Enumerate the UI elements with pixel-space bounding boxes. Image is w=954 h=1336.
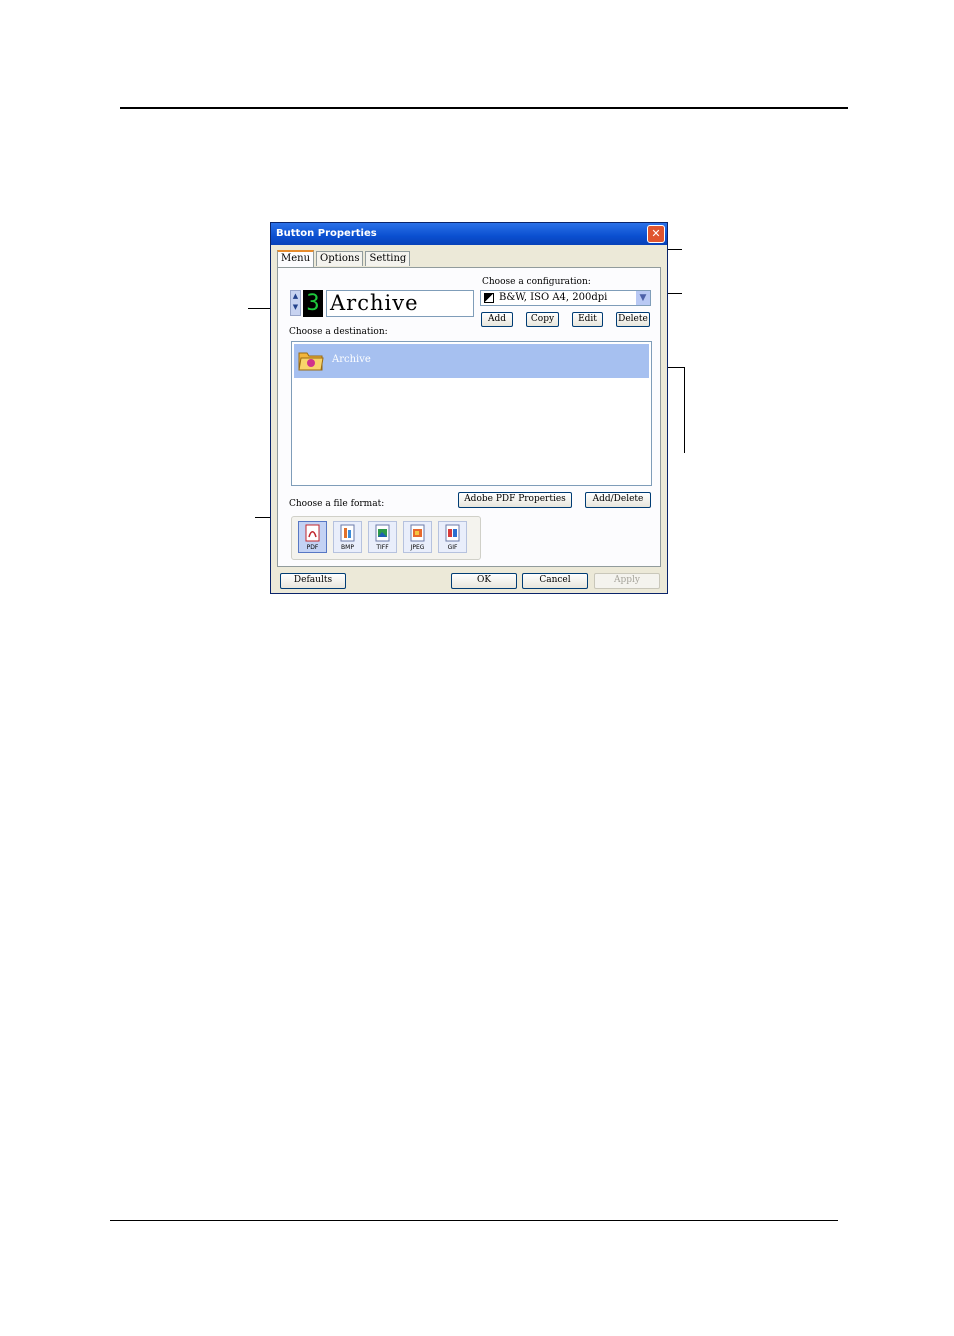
file-format-group: PDF BMP TIFF JPEG GIF xyxy=(291,516,481,560)
configuration-select[interactable]: B&W, ISO A4, 200dpi ▼ xyxy=(480,290,651,306)
header-rule xyxy=(120,107,848,109)
footer-rule xyxy=(110,1220,838,1221)
format-bmp-button[interactable]: BMP xyxy=(333,521,362,553)
format-label: BMP xyxy=(341,544,354,551)
pdf-icon xyxy=(305,524,320,542)
dialog-title: Button Properties xyxy=(276,228,377,239)
ok-button[interactable]: OK xyxy=(451,573,517,589)
copy-config-button[interactable]: Copy xyxy=(526,312,559,327)
format-pdf-button[interactable]: PDF xyxy=(298,521,327,553)
format-tiff-button[interactable]: TIFF xyxy=(368,521,397,553)
button-number-display: 3 xyxy=(303,290,323,317)
spin-up-icon[interactable]: ▲ xyxy=(291,291,300,302)
apply-button[interactable]: Apply xyxy=(594,573,660,589)
format-gif-button[interactable]: GIF xyxy=(438,521,467,553)
button-properties-dialog: Button Properties ✕ Menu Options Setting… xyxy=(270,222,668,594)
bw-mode-icon xyxy=(484,293,494,303)
format-label: TIFF xyxy=(376,544,389,551)
configuration-value: B&W, ISO A4, 200dpi xyxy=(499,292,608,303)
cancel-button[interactable]: Cancel xyxy=(522,573,588,589)
format-label: GIF xyxy=(447,544,458,551)
button-number-spinner[interactable]: ▲ ▼ xyxy=(290,290,301,316)
folder-icon xyxy=(298,352,324,371)
defaults-button[interactable]: Defaults xyxy=(280,573,346,589)
bmp-icon xyxy=(340,524,355,542)
destination-list[interactable]: Archive xyxy=(291,341,652,486)
close-icon: ✕ xyxy=(651,227,661,240)
list-item-label: Archive xyxy=(332,354,371,365)
gif-icon xyxy=(445,524,460,542)
format-label: PDF xyxy=(306,544,319,551)
list-item[interactable]: Archive xyxy=(294,344,649,378)
add-config-button[interactable]: Add xyxy=(481,312,513,327)
close-button[interactable]: ✕ xyxy=(647,225,665,243)
destination-label: Choose a destination: xyxy=(289,327,388,337)
tab-strip: Menu Options Setting xyxy=(277,250,412,267)
tab-setting[interactable]: Setting xyxy=(365,251,411,266)
spin-down-icon[interactable]: ▼ xyxy=(291,302,300,313)
format-jpeg-button[interactable]: JPEG xyxy=(403,521,432,553)
button-name-field[interactable]: Archive xyxy=(326,290,474,317)
chevron-down-icon[interactable]: ▼ xyxy=(636,291,650,305)
format-label: JPEG xyxy=(410,544,425,551)
adobe-pdf-properties-button[interactable]: Adobe PDF Properties xyxy=(458,492,572,508)
edit-config-button[interactable]: Edit xyxy=(572,312,603,327)
configuration-label: Choose a configuration: xyxy=(482,277,591,287)
title-bar: Button Properties ✕ xyxy=(271,223,667,245)
tab-menu[interactable]: Menu xyxy=(277,250,315,267)
tab-options[interactable]: Options xyxy=(316,251,364,266)
tiff-icon xyxy=(375,524,390,542)
file-format-label: Choose a file format: xyxy=(289,499,385,509)
delete-config-button[interactable]: Delete xyxy=(616,312,650,327)
add-delete-button[interactable]: Add/Delete xyxy=(585,492,651,508)
jpeg-icon xyxy=(410,524,425,542)
callout-line-destination-v xyxy=(684,367,685,453)
